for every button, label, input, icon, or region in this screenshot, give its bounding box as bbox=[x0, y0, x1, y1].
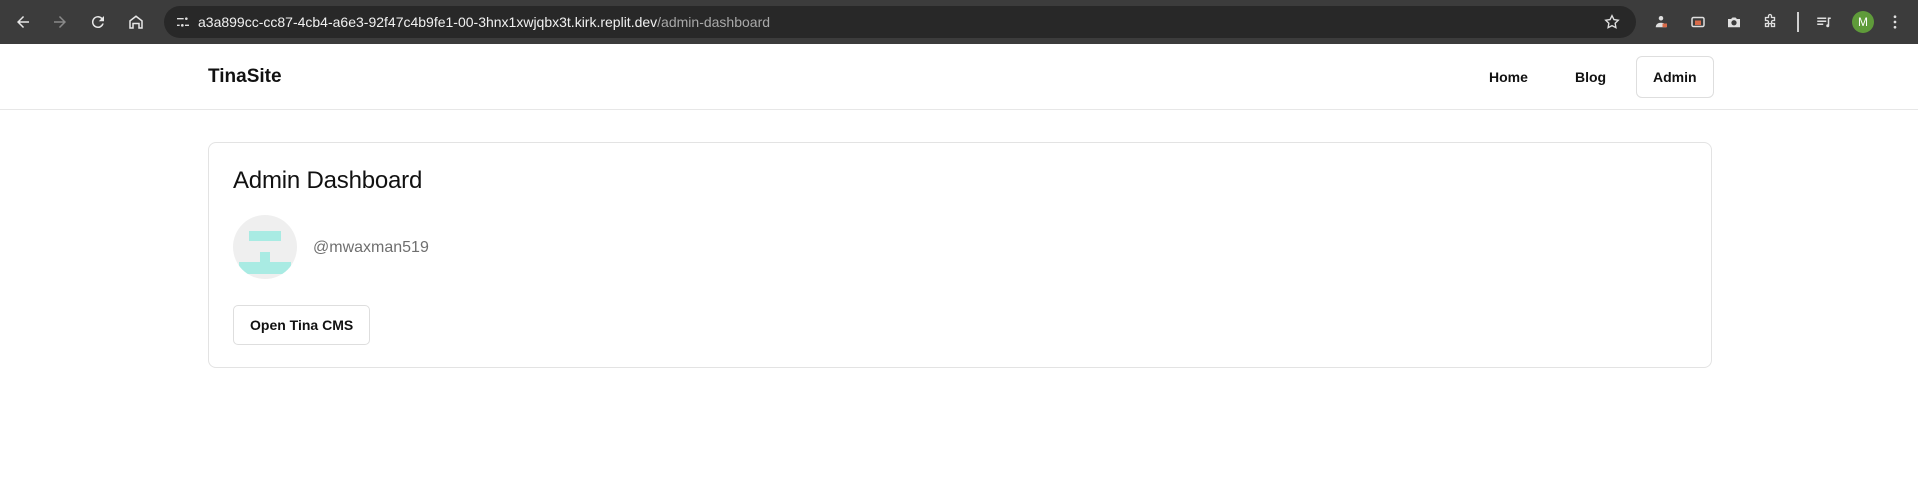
admin-dashboard-card: Admin Dashboard @mwaxman519 Open Tina CM… bbox=[208, 142, 1712, 368]
username: @mwaxman519 bbox=[313, 239, 429, 256]
site-header: TinaSite Home Blog Admin bbox=[0, 44, 1918, 110]
open-tina-cms-button[interactable]: Open Tina CMS bbox=[233, 305, 371, 345]
home-icon bbox=[129, 15, 143, 29]
page-title: Admin Dashboard bbox=[233, 167, 423, 194]
profile-avatar[interactable]: M bbox=[1852, 11, 1874, 33]
camera-icon[interactable] bbox=[1723, 11, 1745, 33]
nav-blog[interactable]: Blog bbox=[1558, 56, 1623, 98]
reload-icon bbox=[91, 16, 104, 29]
url-text[interactable]: a3a899cc-cc87-4cb4-a6e3-92f47c4b9fe1-00-… bbox=[198, 14, 770, 30]
reload-button[interactable] bbox=[85, 9, 111, 35]
address-bar[interactable]: a3a899cc-cc87-4cb4-a6e3-92f47c4b9fe1-00-… bbox=[164, 6, 1636, 38]
avatar bbox=[233, 215, 297, 279]
arrow-right-icon bbox=[54, 16, 66, 28]
identicon-icon bbox=[239, 231, 291, 274]
media-control-icon[interactable] bbox=[1813, 11, 1835, 33]
url-host: a3a899cc-cc87-4cb4-a6e3-92f47c4b9fe1-00-… bbox=[198, 14, 658, 30]
arrow-left-icon bbox=[17, 16, 29, 28]
back-button[interactable] bbox=[10, 9, 36, 35]
nav-home[interactable]: Home bbox=[1472, 56, 1545, 98]
puzzle-icon[interactable] bbox=[1759, 11, 1781, 33]
site-brand[interactable]: TinaSite bbox=[208, 66, 282, 88]
star-icon[interactable] bbox=[1602, 12, 1622, 32]
browser-toolbar: a3a899cc-cc87-4cb4-a6e3-92f47c4b9fe1-00-… bbox=[0, 0, 1918, 44]
home-button[interactable] bbox=[123, 9, 149, 35]
url-path: /admin-dashboard bbox=[657, 14, 771, 30]
more-vert-icon[interactable] bbox=[1886, 11, 1904, 33]
forward-button[interactable] bbox=[47, 9, 73, 35]
extension-icon[interactable] bbox=[1650, 11, 1672, 33]
toolbar-divider bbox=[1797, 12, 1799, 32]
tune-icon[interactable] bbox=[174, 13, 192, 31]
extension-icon[interactable] bbox=[1687, 11, 1709, 33]
nav-admin[interactable]: Admin bbox=[1636, 56, 1714, 98]
